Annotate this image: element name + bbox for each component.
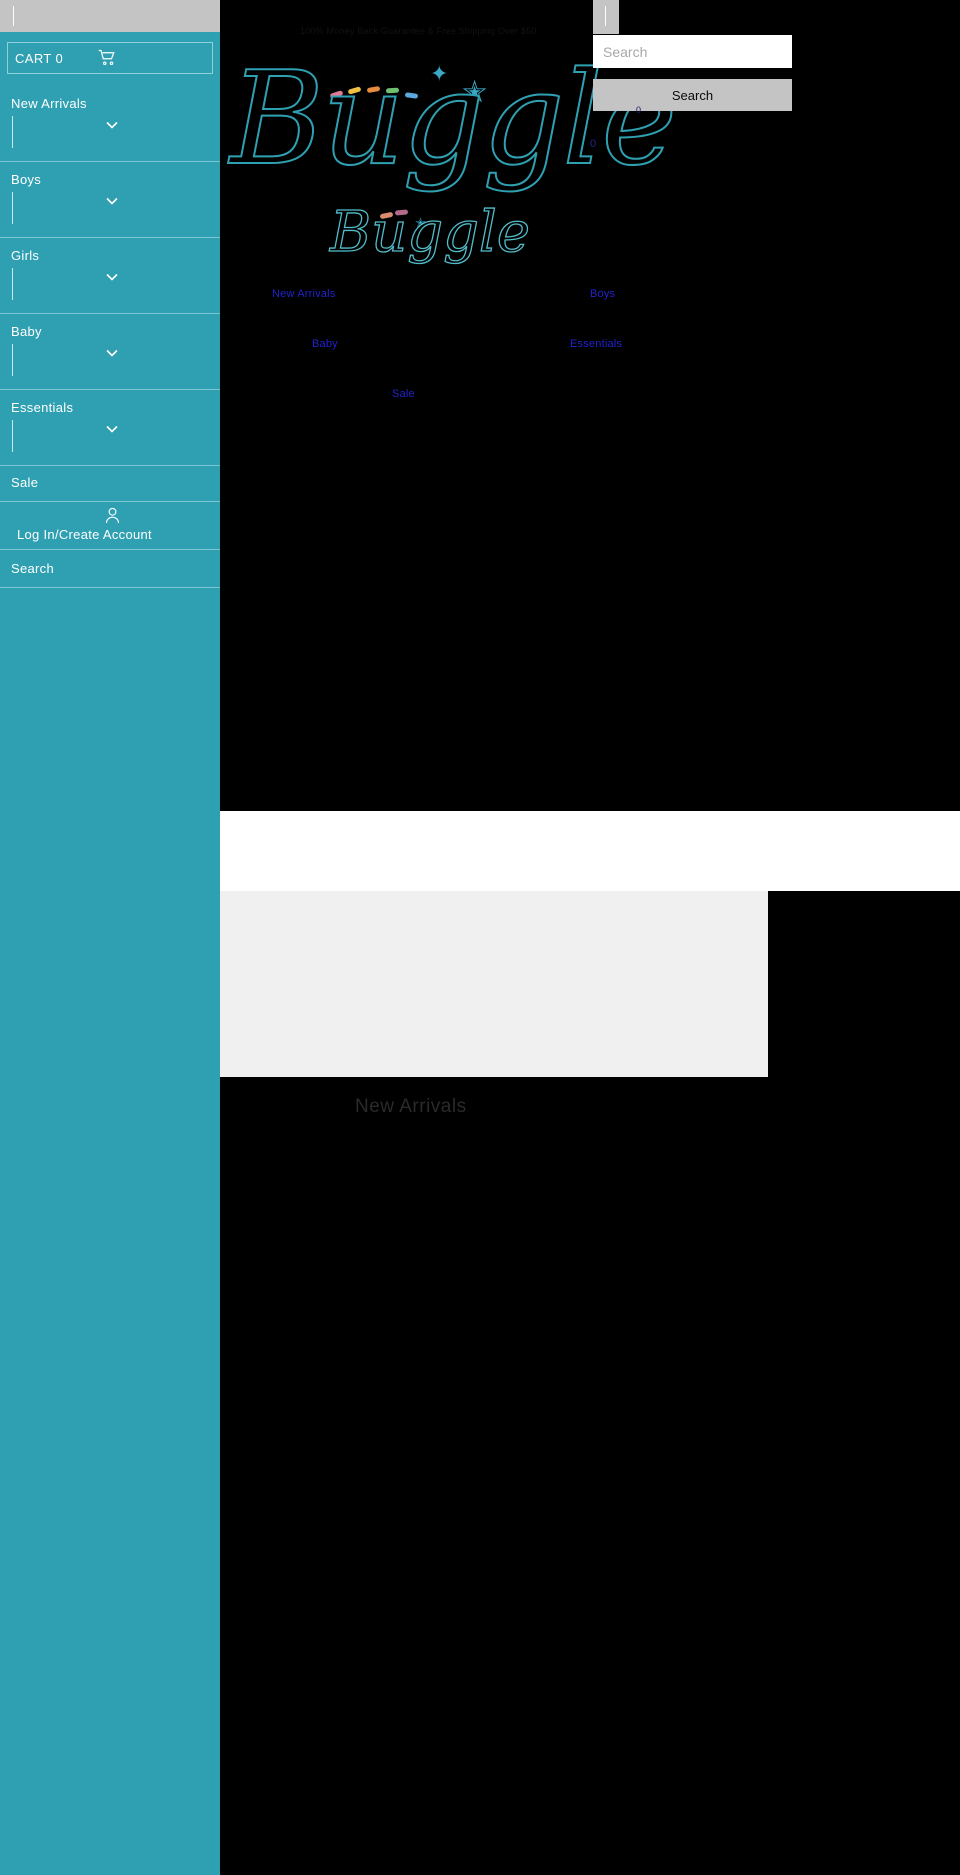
submenu-rule bbox=[12, 420, 13, 452]
sidebar-item-new-arrivals[interactable]: New Arrivals bbox=[0, 86, 220, 162]
content-band-gray bbox=[220, 891, 768, 1077]
nav-link-boys[interactable]: Boys bbox=[590, 288, 615, 300]
text-cursor-icon bbox=[605, 6, 606, 26]
cart-label: CART 0 bbox=[15, 51, 64, 66]
sidebar-item-label: Girls bbox=[11, 248, 40, 263]
submenu-rule bbox=[12, 116, 13, 148]
chevron-down-icon[interactable] bbox=[106, 273, 118, 281]
search-result-count: 0 bbox=[636, 105, 642, 115]
account-label: Log In/Create Account bbox=[17, 527, 152, 542]
content-band-gray-gap bbox=[768, 891, 960, 1077]
sidebar-item-search[interactable]: Search bbox=[0, 550, 220, 588]
sidebar-top-toggle[interactable] bbox=[0, 0, 220, 32]
sidebar-search-label: Search bbox=[11, 561, 54, 576]
sidebar-item-label: Sale bbox=[11, 475, 39, 490]
sidebar-item-sale[interactable]: Sale bbox=[0, 466, 220, 502]
sidebar-item-account[interactable]: Log In/Create Account bbox=[0, 502, 220, 550]
chevron-down-icon[interactable] bbox=[106, 197, 118, 205]
sidebar-item-baby[interactable]: Baby bbox=[0, 314, 220, 390]
content-band-white bbox=[220, 811, 960, 891]
submenu-rule bbox=[12, 192, 13, 224]
cart-button[interactable]: CART 0 bbox=[7, 42, 213, 74]
shopping-cart-icon bbox=[98, 49, 116, 67]
sidebar-item-label: New Arrivals bbox=[11, 96, 87, 111]
submenu-rule bbox=[12, 268, 13, 300]
sidebar-item-boys[interactable]: Boys bbox=[0, 162, 220, 238]
search-submit-button[interactable]: Search bbox=[593, 79, 792, 111]
sidebar-item-girls[interactable]: Girls bbox=[0, 238, 220, 314]
section-heading-new-arrivals: New Arrivals bbox=[355, 1096, 467, 1117]
sidebar-navigation: CART 0 New Arrivals Boys Girls Baby Esse… bbox=[0, 0, 220, 1875]
sidebar-item-essentials[interactable]: Essentials bbox=[0, 390, 220, 466]
chevron-down-icon[interactable] bbox=[106, 425, 118, 433]
sidebar-item-label: Boys bbox=[11, 172, 42, 187]
page-root: CART 0 New Arrivals Boys Girls Baby Esse… bbox=[0, 0, 960, 1875]
nav-link-baby[interactable]: Baby bbox=[312, 338, 338, 350]
user-icon bbox=[105, 507, 120, 524]
sidebar-item-label: Essentials bbox=[11, 400, 74, 415]
cart-item-count: 0 bbox=[590, 138, 597, 150]
inline-nav-links: New Arrivals Boys Baby Essentials Sale bbox=[220, 280, 960, 420]
search-input[interactable] bbox=[593, 35, 792, 68]
chevron-down-icon[interactable] bbox=[106, 349, 118, 357]
chevron-down-icon[interactable] bbox=[106, 121, 118, 129]
submenu-rule bbox=[12, 344, 13, 376]
nav-link-essentials[interactable]: Essentials bbox=[570, 338, 622, 350]
announcement-bar: 100% Money Back Guarantee & Free Shippin… bbox=[300, 26, 537, 36]
sidebar-menu-list: New Arrivals Boys Girls Baby Essentials … bbox=[0, 86, 220, 588]
site-logo[interactable]: ✦ ✭ Buggle ✭ Buggle bbox=[229, 44, 678, 285]
nav-link-new-arrivals[interactable]: New Arrivals bbox=[272, 288, 336, 300]
text-cursor-icon bbox=[13, 6, 14, 26]
sidebar-item-label: Baby bbox=[11, 324, 42, 339]
search-toggle-button[interactable] bbox=[593, 0, 619, 34]
nav-link-sale[interactable]: Sale bbox=[392, 388, 415, 400]
logo-secondary-text: Buggle bbox=[329, 199, 530, 265]
